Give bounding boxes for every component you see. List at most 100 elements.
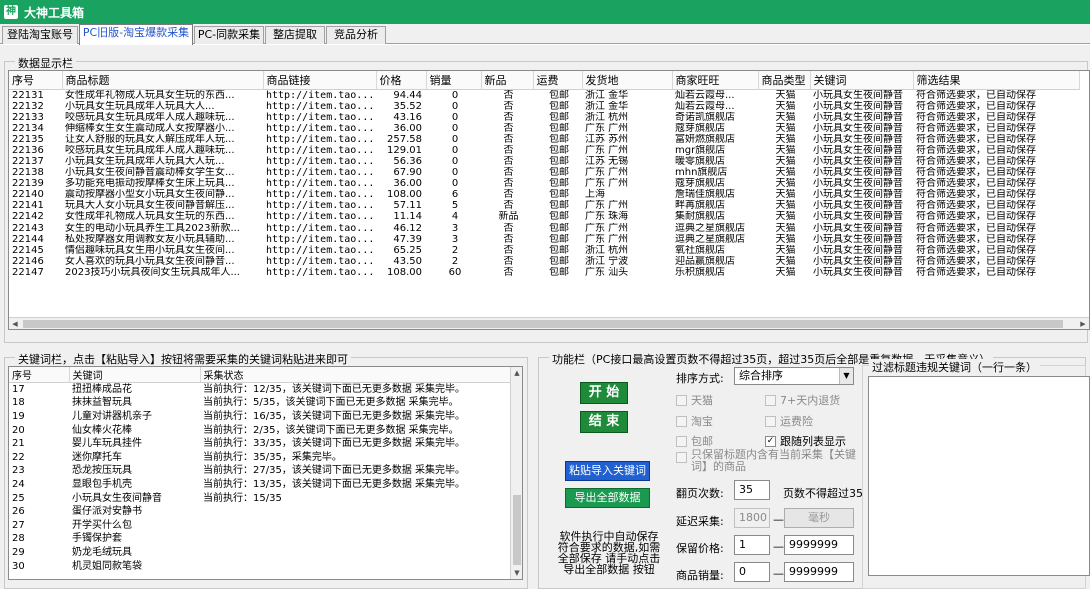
kw-header-status[interactable]: 采集状态 bbox=[200, 367, 513, 383]
kw-header-keyword[interactable]: 关键词 bbox=[69, 367, 201, 383]
stop-button[interactable]: 结 束 bbox=[580, 411, 628, 433]
list-item[interactable]: 18 抹抹益智玩具 当前执行：5/35，该关键词下面已无更多数据 采集完毕。 bbox=[9, 396, 512, 410]
chevron-down-icon[interactable]: ▼ bbox=[839, 368, 853, 384]
kw-header-index[interactable]: 序号 bbox=[9, 367, 70, 383]
scroll-left-icon[interactable]: ◀ bbox=[9, 318, 21, 329]
sales-min-input[interactable]: 0 bbox=[734, 562, 770, 582]
cell-shipping: 包邮 bbox=[549, 122, 569, 134]
taobao-checkbox[interactable]: 淘宝 bbox=[676, 413, 713, 429]
tab-shop-extract[interactable]: 整店提取 bbox=[265, 26, 325, 44]
cell-price: 65.25 bbox=[393, 244, 422, 256]
col-header-shipping[interactable]: 运费 bbox=[533, 71, 583, 90]
col-header-type[interactable]: 商品类型 bbox=[758, 71, 811, 90]
list-item[interactable]: 24 显眼包手机壳 当前执行：13/35，该关键词下面已无更多数据 采集完毕。 bbox=[9, 478, 512, 492]
list-item[interactable]: 20 仙女棒火花棒 当前执行：2/35，该关键词下面已无更多数据 采集完毕。 bbox=[9, 423, 512, 437]
tab-competitor[interactable]: 竞品分析 bbox=[326, 26, 386, 44]
seven-day-return-checkbox-box[interactable] bbox=[765, 394, 776, 406]
col-header-seller[interactable]: 商家旺旺 bbox=[672, 71, 759, 90]
shipping-insurance-checkbox-box[interactable] bbox=[765, 415, 776, 427]
data-table-hscrollbar[interactable]: ◀ ▶ bbox=[9, 317, 1089, 329]
cell-new: 新品 bbox=[498, 211, 519, 223]
filter-panel-title: 过滤标题违规关键词（一行一条） bbox=[869, 359, 1040, 375]
free-shipping-checkbox-box[interactable] bbox=[676, 435, 687, 447]
table-row[interactable]: 22136 咬感玩具女生玩具成年人成人趣味玩... http://item.tao.… bbox=[9, 145, 1079, 156]
table-row[interactable]: 22140 震动按摩器小型女小玩具女生夜间静... http://item.tao.… bbox=[9, 189, 1079, 200]
tmall-checkbox-box[interactable] bbox=[676, 394, 687, 406]
list-item[interactable]: 28 手镯保护套 bbox=[9, 532, 512, 546]
sales-max-input[interactable]: 9999999 bbox=[784, 562, 854, 582]
sort-select[interactable]: 综合排序 ▼ bbox=[734, 367, 854, 385]
cell-index: 22147 bbox=[12, 266, 44, 278]
keyword-vscroll-thumb[interactable] bbox=[513, 495, 521, 565]
cell-keyword: 小玩具女生夜间静音 bbox=[813, 266, 903, 278]
shipping-insurance-checkbox[interactable]: 运费险 bbox=[765, 413, 813, 429]
taobao-checkbox-box[interactable] bbox=[676, 415, 687, 427]
table-row[interactable]: 22141 玩具大人女小玩具女生夜间静音解压... http://item.tao.… bbox=[9, 200, 1079, 211]
sales-label: 商品销量: bbox=[676, 569, 724, 582]
list-item[interactable]: 21 婴儿车玩具挂件 当前执行：33/35，该关键词下面已无更多数据 采集完毕。 bbox=[9, 437, 512, 451]
scroll-right-icon[interactable]: ▶ bbox=[1077, 318, 1089, 329]
start-button[interactable]: 开 始 bbox=[580, 382, 628, 404]
table-row[interactable]: 22132 小玩具女生玩具成年人玩具大人... http://item.tao...… bbox=[9, 101, 1079, 112]
keyword-table-vscrollbar[interactable]: ▲ ▼ bbox=[510, 367, 522, 579]
export-all-button[interactable]: 导出全部数据 bbox=[565, 488, 650, 508]
list-item[interactable]: 19 儿童对讲器机亲子 当前执行：16/35，该关键词下面已无更多数据 采集完毕。 bbox=[9, 410, 512, 424]
cell-origin: 江苏 无锡 bbox=[585, 156, 629, 168]
title-contains-keyword-checkbox[interactable]: 只保留标题内含有当前采集【关键词】的商品 bbox=[676, 449, 862, 473]
col-header-price[interactable]: 价格 bbox=[376, 71, 427, 90]
col-header-keyword[interactable]: 关键词 bbox=[810, 71, 914, 90]
list-item[interactable]: 27 开学买什么包 bbox=[9, 518, 512, 532]
col-header-origin[interactable]: 发货地 bbox=[582, 71, 673, 90]
cell-origin: 广东 广州 bbox=[585, 233, 629, 245]
list-item[interactable]: 22 迷你摩托车 当前执行：35/35，采集完毕。 bbox=[9, 450, 512, 464]
list-item[interactable]: 17 扭扭棒成品花 当前执行：12/35，该关键词下面已无更多数据 采集完毕。 bbox=[9, 383, 512, 397]
col-header-index[interactable]: 序号 bbox=[9, 71, 63, 90]
delay-input[interactable]: 1800 bbox=[734, 508, 770, 528]
list-item[interactable]: 25 小玩具女生夜间静音 当前执行：15/35 bbox=[9, 491, 512, 505]
list-item[interactable]: 23 恐龙按压玩具 当前执行：27/35，该关键词下面已无更多数据 采集完毕。 bbox=[9, 464, 512, 478]
table-row[interactable]: 22145 情侣趣味玩具女生用小玩具女生夜间... http://item.tao.… bbox=[9, 245, 1079, 256]
cell-new: 否 bbox=[503, 89, 514, 101]
tab-login[interactable]: 登陆淘宝账号 bbox=[2, 26, 78, 44]
tab-pc-same-collect[interactable]: PC-同款采集 bbox=[194, 26, 264, 44]
table-row[interactable]: 22147 2023技巧小玩具夜间女生玩具成年人... http://item.ta… bbox=[9, 267, 1079, 278]
table-row[interactable]: 22134 伸缩棒女生女生震动成人女按摩器小... http://item.tao.… bbox=[9, 123, 1079, 134]
tmall-checkbox[interactable]: 天猫 bbox=[676, 392, 713, 408]
list-item[interactable]: 29 奶龙毛绒玩具 bbox=[9, 546, 512, 560]
list-item[interactable]: 30 机灵姐同款笔袋 bbox=[9, 559, 512, 573]
col-header-sales[interactable]: 销量 bbox=[426, 71, 482, 90]
data-table[interactable]: 序号 商品标题 商品链接 价格 销量 新品 运费 发货地 商家旺旺 商品类型 关… bbox=[8, 70, 1090, 330]
table-row[interactable]: 22137 小玩具女生玩具成年人玩具大人玩... http://item.tao..… bbox=[9, 156, 1079, 167]
table-row[interactable]: 22146 女人喜欢的玩具小玩具女生夜间静音... http://item.tao.… bbox=[9, 256, 1079, 267]
table-row[interactable]: 22135 让女人舒服的玩具女人解压成年人玩... http://item.tao.… bbox=[9, 134, 1079, 145]
col-header-title[interactable]: 商品标题 bbox=[62, 71, 264, 90]
table-row[interactable]: 22143 女生的电动小玩具养生工具2023新款... http://item.ta… bbox=[9, 223, 1079, 234]
table-row[interactable]: 22139 多功能充电振动按摩棒女生床上玩具... http://item.tao.… bbox=[9, 178, 1079, 189]
delay-ms-button[interactable]: 毫秒 bbox=[784, 508, 854, 528]
col-header-link[interactable]: 商品链接 bbox=[263, 71, 377, 90]
title-contains-keyword-checkbox-box[interactable] bbox=[676, 452, 687, 463]
table-row[interactable]: 22133 咬感玩具女生玩具成年人成人趣味玩... http://item.tao.… bbox=[9, 112, 1079, 123]
cell-result: 符合筛选要求，已自动保存 bbox=[916, 89, 1036, 101]
paste-import-button[interactable]: 粘贴导入关键词 bbox=[565, 461, 650, 481]
seven-day-return-checkbox[interactable]: 7+天内退货 bbox=[765, 392, 840, 408]
col-header-new[interactable]: 新品 bbox=[481, 71, 534, 90]
tab-pc-old-collect[interactable]: PC旧版-淘宝爆款采集 bbox=[79, 24, 193, 45]
table-row[interactable]: 22131 女性成年礼物成人玩具女生玩的东西... http://item.tao.… bbox=[9, 89, 1079, 101]
scroll-up-icon[interactable]: ▲ bbox=[511, 367, 522, 379]
col-header-result[interactable]: 筛选结果 bbox=[913, 71, 1080, 90]
filter-keywords-textarea[interactable] bbox=[868, 376, 1090, 576]
price-max-input[interactable]: 9999999 bbox=[784, 535, 854, 555]
keyword-table[interactable]: 序号 关键词 采集状态 17 扭扭棒成品花 当前执行：12/35，该关键词下面已无更… bbox=[8, 366, 523, 580]
scroll-down-icon[interactable]: ▼ bbox=[511, 567, 522, 579]
table-row[interactable]: 22142 女性成年礼物成人玩具女生玩的东西... http://item.tao.… bbox=[9, 211, 1079, 222]
pages-input[interactable]: 35 bbox=[734, 480, 770, 500]
table-row[interactable]: 22138 小玩具女生夜间静音震动棒女学生女... http://item.tao.… bbox=[9, 167, 1079, 178]
free-shipping-checkbox[interactable]: 包邮 bbox=[676, 433, 713, 449]
price-min-input[interactable]: 1 bbox=[734, 535, 770, 555]
data-table-hscroll-thumb[interactable] bbox=[23, 320, 1063, 328]
table-row[interactable]: 22144 私处按摩器女用调教女友小玩具辅助... http://item.tao.… bbox=[9, 234, 1079, 245]
list-item[interactable]: 26 蛋仔派对安静书 bbox=[9, 505, 512, 519]
follow-list-checkbox-box[interactable]: ✓ bbox=[765, 435, 776, 447]
follow-list-checkbox[interactable]: ✓ 跟随列表显示 bbox=[765, 433, 846, 449]
